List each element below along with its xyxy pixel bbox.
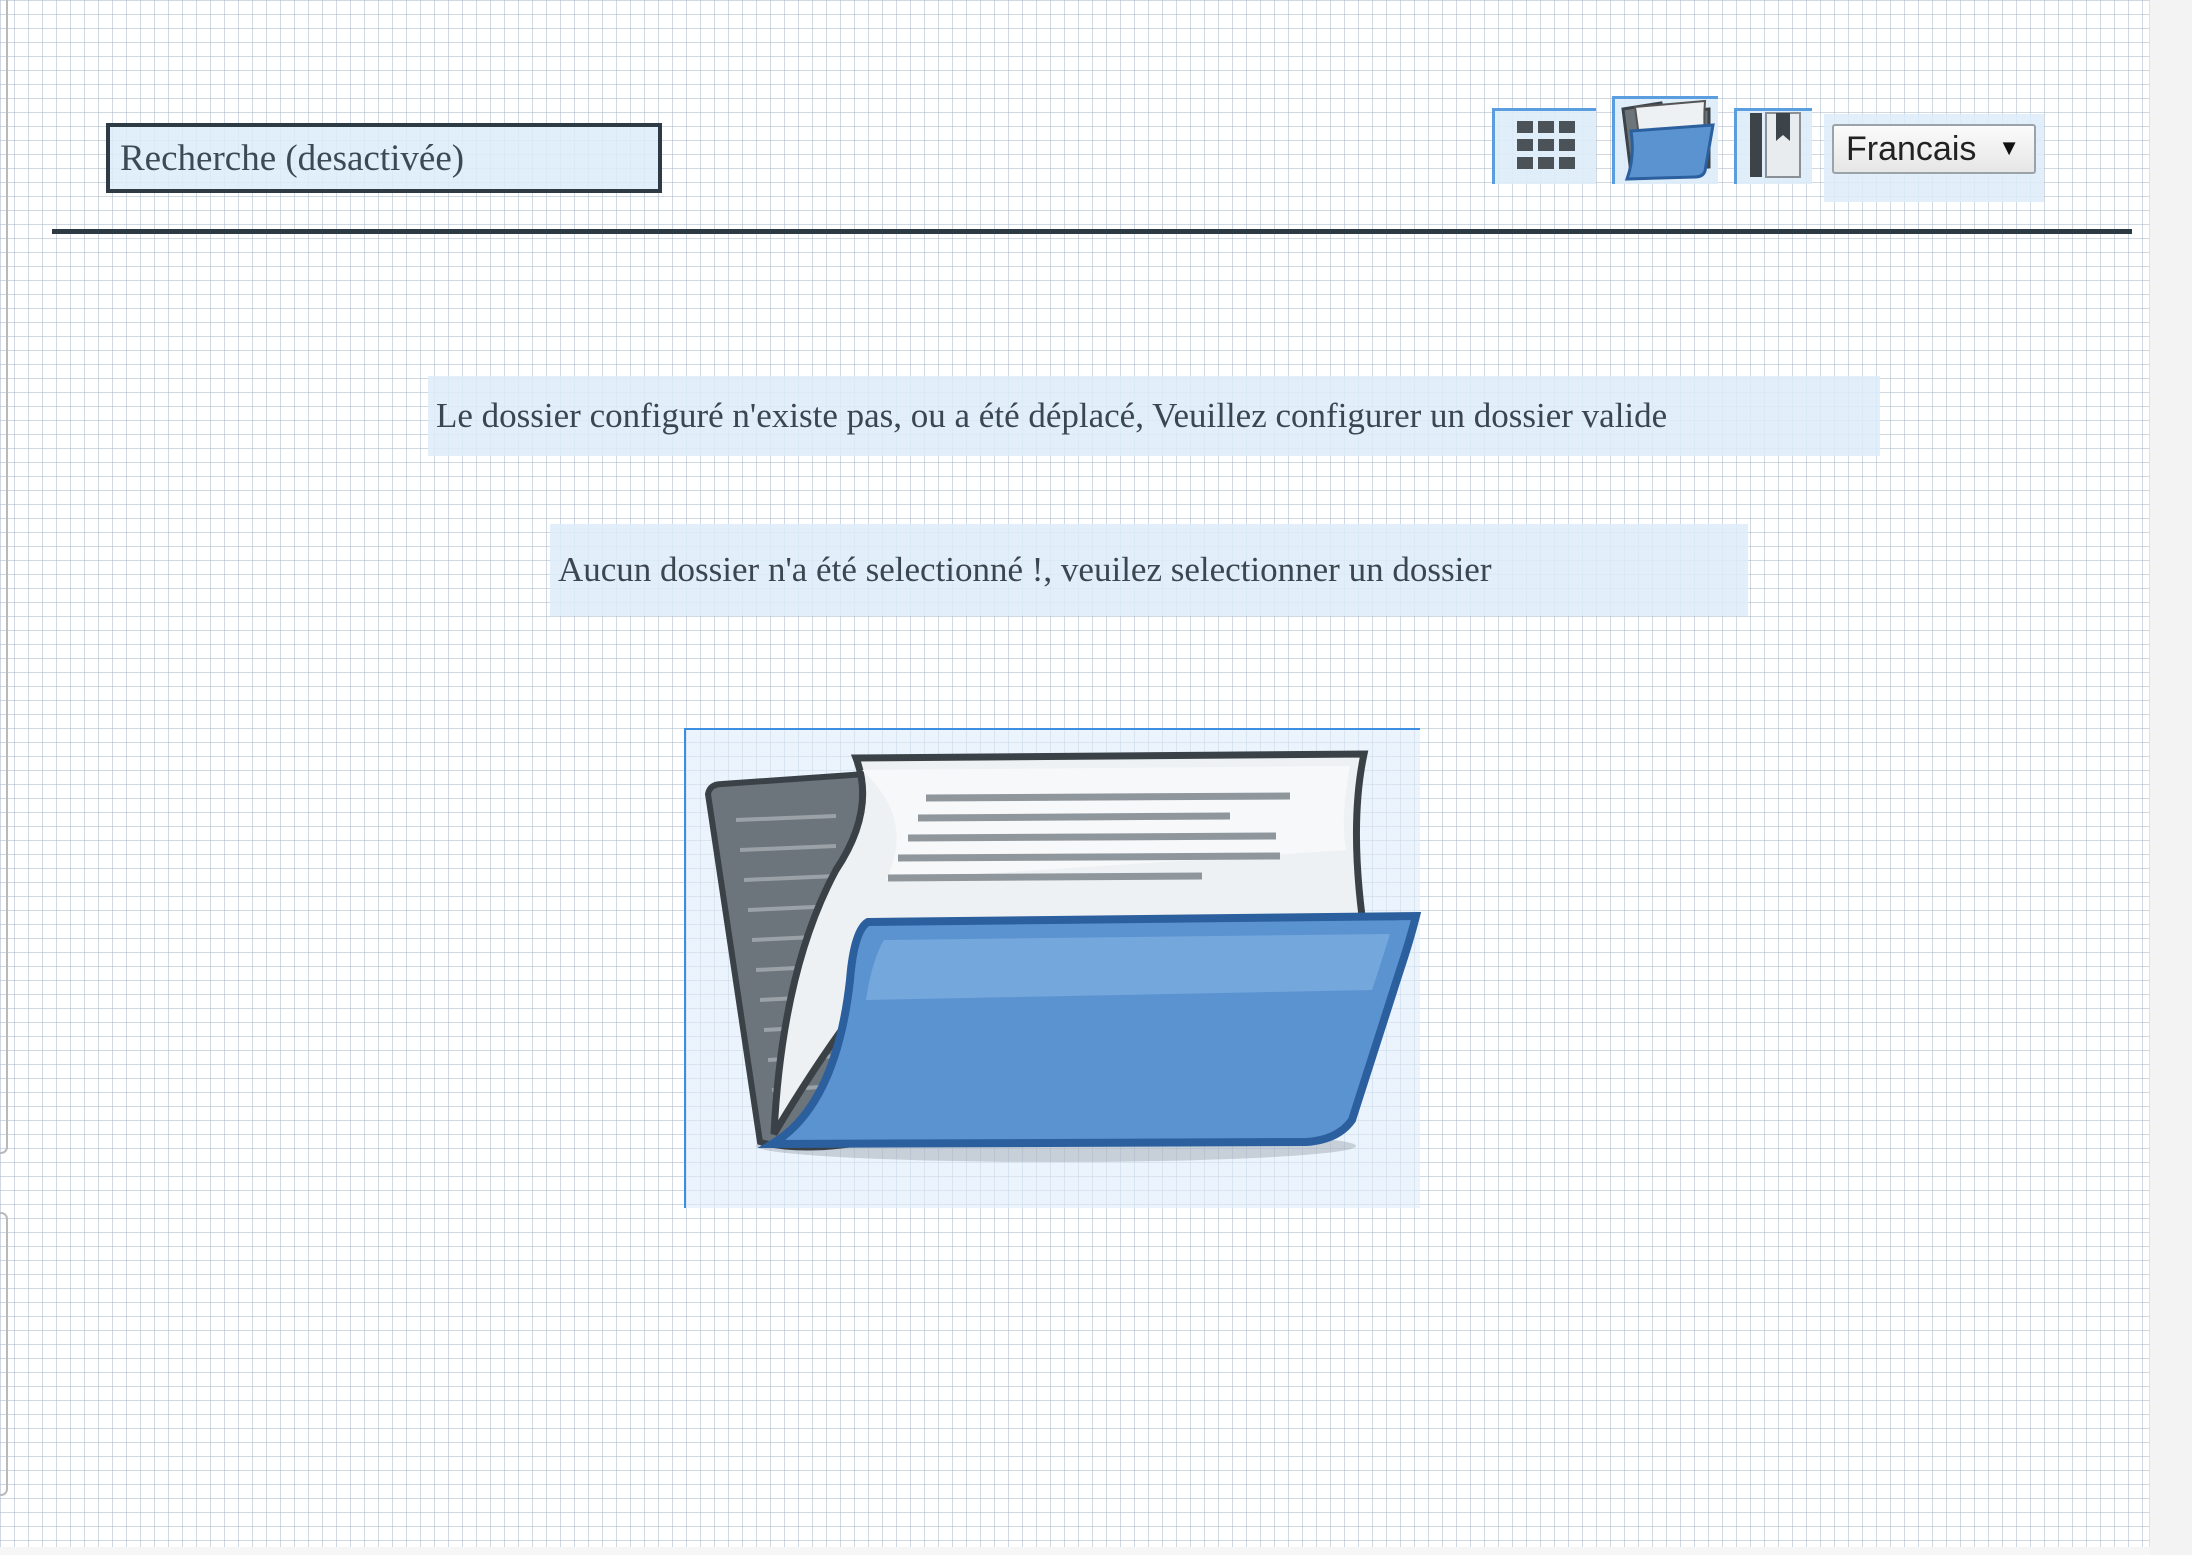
left-panel-edge — [0, 0, 8, 1154]
left-panel-edge-lower — [0, 1212, 8, 1496]
search-placeholder: Recherche (desactivée) — [120, 137, 465, 179]
bookmark-icon — [1746, 111, 1804, 184]
grid-view-button[interactable] — [1492, 108, 1596, 184]
error-message-no-folder: Aucun dossier n'a été selectionné !, veu… — [550, 524, 1748, 616]
error-message-folder-missing: Le dossier configuré n'existe pas, ou a … — [428, 376, 1880, 456]
message-text: Aucun dossier n'a été selectionné !, veu… — [558, 550, 1492, 589]
header-divider — [52, 229, 2132, 234]
horizontal-scrollbar[interactable] — [0, 1547, 2150, 1555]
language-selector-wrap: Francais ▼ — [1824, 114, 2044, 202]
dropdown-arrow-icon: ▼ — [1998, 135, 2020, 160]
folder-open-icon — [704, 750, 1422, 1162]
folder-open-icon — [1617, 97, 1717, 186]
message-text: Le dossier configuré n'existe pas, ou a … — [436, 396, 1668, 435]
folder-illustration — [684, 728, 1422, 1208]
vertical-scrollbar[interactable] — [2149, 0, 2192, 1555]
folder-view-button[interactable] — [1612, 96, 1718, 184]
grid-icon — [1515, 119, 1577, 176]
language-select[interactable]: Francais ▼ — [1832, 124, 2036, 174]
bookmarks-button[interactable] — [1734, 108, 1812, 184]
language-selected: Francais — [1846, 129, 1977, 168]
search-input[interactable]: Recherche (desactivée) — [106, 123, 662, 193]
